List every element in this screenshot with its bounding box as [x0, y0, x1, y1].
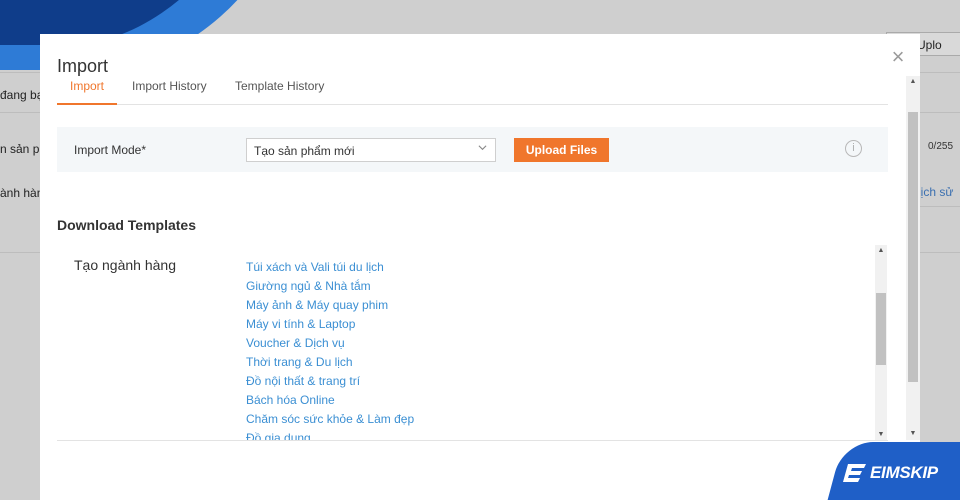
eimskip-logo-icon [843, 464, 866, 482]
tab-template-history[interactable]: Template History [235, 79, 324, 93]
upload-files-button[interactable]: Upload Files [514, 138, 609, 162]
background-row-text: ành hàn [0, 186, 44, 200]
chevron-down-icon [478, 145, 487, 151]
tab-bar: Import Import History Template History [57, 74, 888, 105]
templates-panel: Tạo ngành hàng Túi xách và Vali túi du l… [57, 245, 888, 441]
modal-scrollbar[interactable]: ▲ ▼ [906, 76, 920, 440]
template-link[interactable]: Chăm sóc sức khỏe & Làm đẹp [246, 410, 414, 429]
active-tab-indicator [57, 103, 117, 105]
tab-import[interactable]: Import [70, 79, 104, 93]
category-label: Tạo ngành hàng [74, 257, 176, 273]
template-link[interactable]: Bách hóa Online [246, 391, 414, 410]
close-icon[interactable]: × [888, 46, 908, 68]
info-icon[interactable]: i [845, 140, 862, 157]
template-link[interactable]: Giường ngủ & Nhà tắm [246, 277, 414, 296]
import-mode-label: Import Mode* [74, 143, 147, 157]
brand-name: EIMSKIP [870, 463, 938, 482]
scroll-up-icon[interactable]: ▲ [907, 76, 919, 88]
template-list: Túi xách và Vali túi du lịch Giường ngủ … [246, 258, 414, 440]
templates-scrollbar[interactable]: ▲ ▼ [875, 245, 887, 440]
import-modal: Import × Import Import History Template … [40, 34, 920, 500]
scroll-down-icon[interactable]: ▼ [907, 428, 919, 440]
background-row-text: đang bạ [0, 88, 44, 102]
template-link[interactable]: Đồ gia dụng [246, 429, 414, 440]
import-mode-row: Import Mode* Tạo sản phẩm mới Upload Fil… [57, 127, 888, 172]
background-history-link: lịch sử [918, 185, 954, 199]
template-link[interactable]: Máy vi tính & Laptop [246, 315, 414, 334]
template-link[interactable]: Túi xách và Vali túi du lịch [246, 258, 414, 277]
template-link[interactable]: Voucher & Dịch vụ [246, 334, 414, 353]
brand-logo: EIMSKIP [842, 462, 938, 484]
import-mode-selected-value: Tạo sản phẩm mới [254, 144, 355, 158]
tab-import-history[interactable]: Import History [132, 79, 207, 93]
scroll-up-icon[interactable]: ▲ [875, 245, 887, 257]
template-link[interactable]: Máy ảnh & Máy quay phim [246, 296, 414, 315]
templates-scroll-thumb[interactable] [876, 293, 886, 365]
scroll-down-icon[interactable]: ▼ [875, 429, 887, 440]
template-link[interactable]: Đồ nội thất & trang trí [246, 372, 414, 391]
download-templates-title: Download Templates [57, 217, 196, 233]
background-counter: 0/255 [928, 141, 954, 152]
modal-scroll-thumb[interactable] [908, 112, 918, 382]
import-mode-select[interactable]: Tạo sản phẩm mới [246, 138, 496, 162]
template-link[interactable]: Thời trang & Du lịch [246, 353, 414, 372]
